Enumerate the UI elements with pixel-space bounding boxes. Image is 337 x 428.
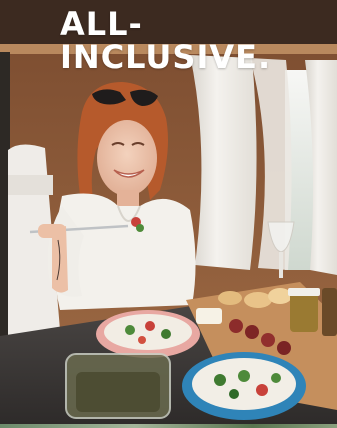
cheese [196,308,222,324]
next-image-strip [0,424,337,428]
seat-cushion-stripe [8,175,53,195]
face [97,120,157,196]
bread-slice [244,292,272,308]
hand [38,224,66,238]
sauce-jar [322,288,337,336]
honey-jar [290,292,318,332]
salami [229,319,243,333]
wine-glass-stem [279,252,283,278]
headline: ALL- INCLUSIVE. [60,5,272,76]
